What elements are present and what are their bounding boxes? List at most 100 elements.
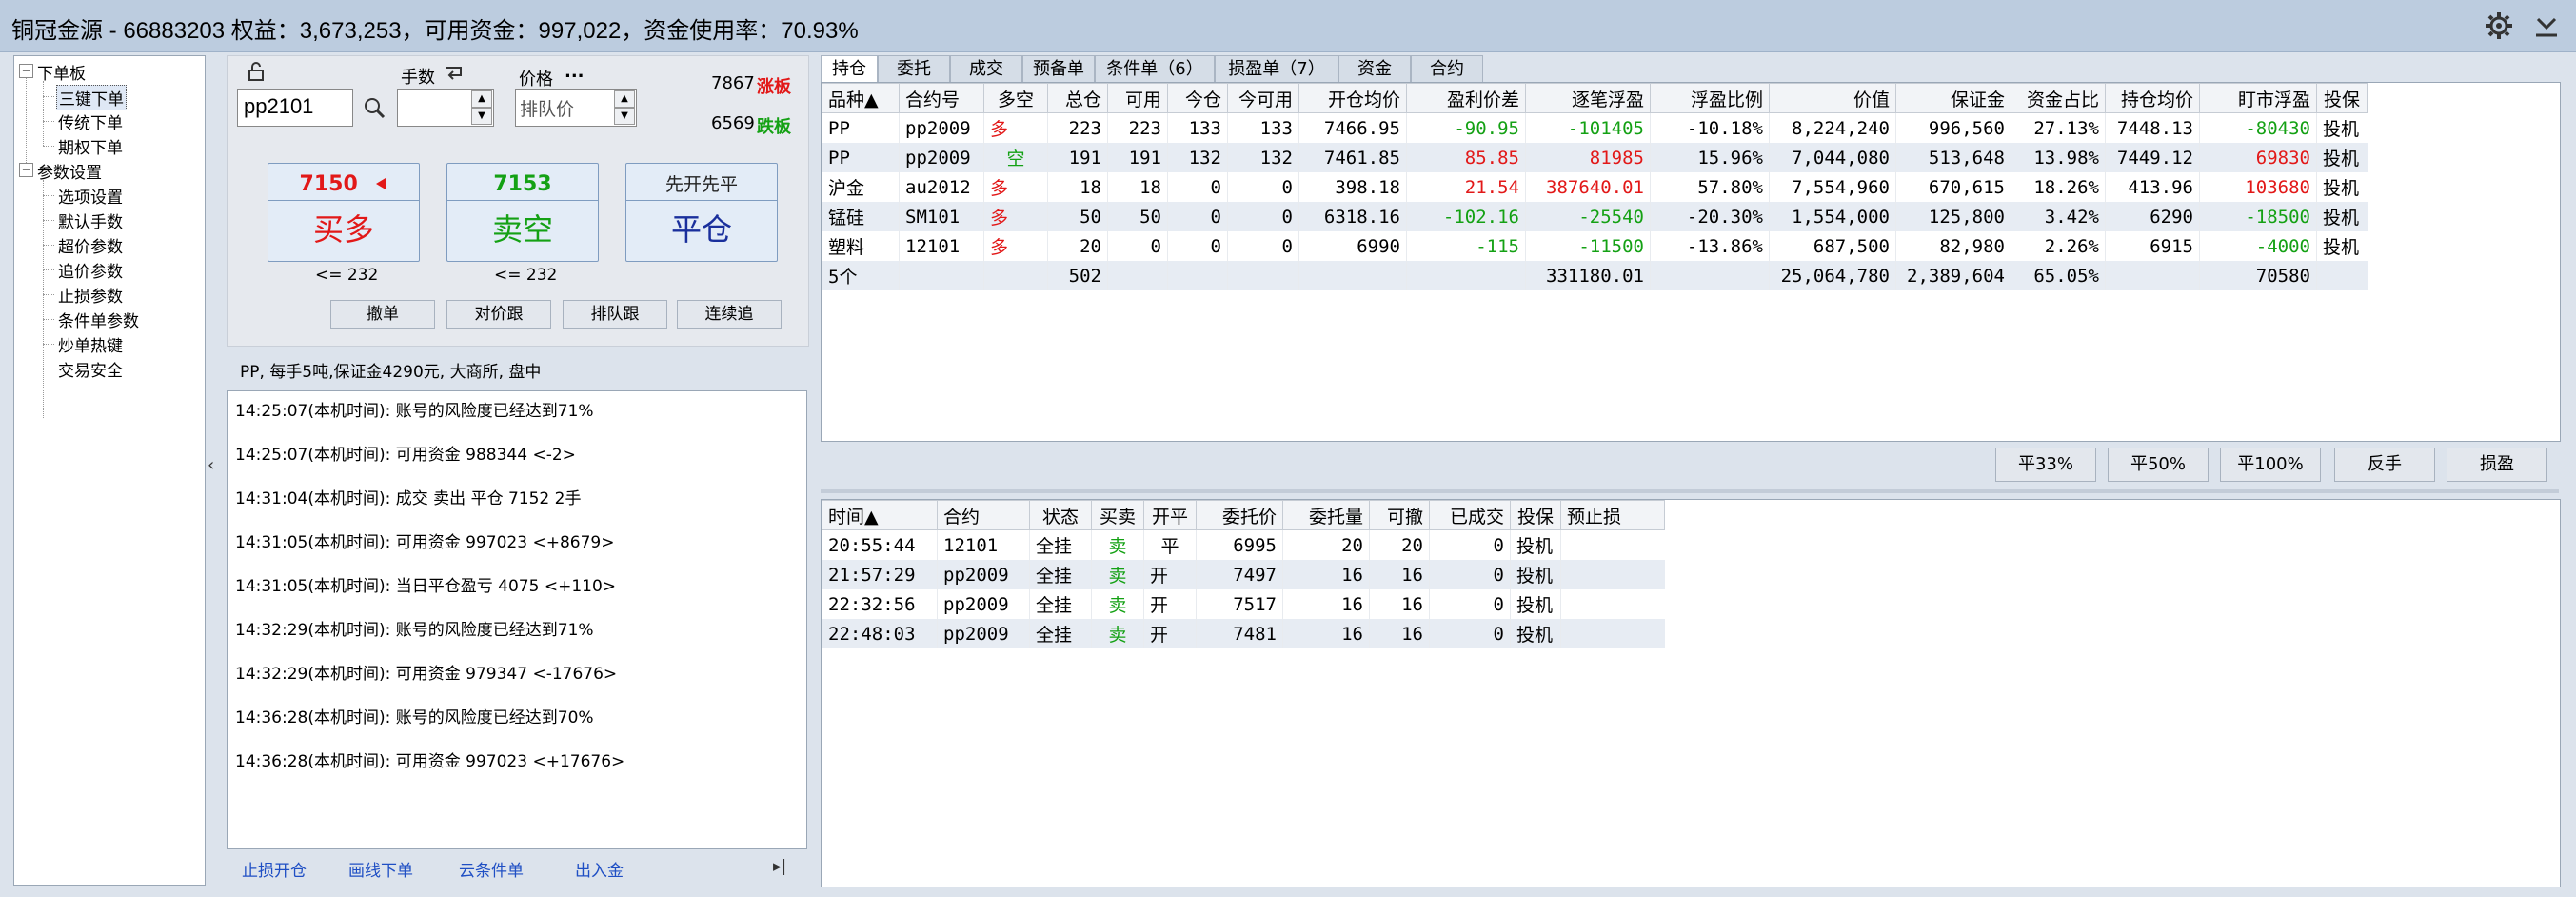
refresh-icon[interactable] [443, 64, 466, 83]
sell-limit: <= 232 [494, 266, 558, 285]
col-header[interactable]: 状态 [1029, 500, 1092, 530]
tab-conditional[interactable]: 条件单（6） [1095, 55, 1215, 84]
col-header[interactable]: 保证金 [1895, 83, 2011, 113]
link-cloud-conditional[interactable]: 云条件单 [459, 857, 524, 881]
order-row[interactable]: 22:32:56 pp2009 全挂 卖 开 7517 16 16 0 投机 [822, 589, 1665, 619]
order-row[interactable]: 21:57:29 pp2009 全挂 卖 开 7497 16 16 0 投机 [822, 560, 1665, 589]
close-100-button[interactable]: 平100% [2220, 448, 2321, 482]
tab-orders[interactable]: 委托 [878, 55, 950, 84]
tab-funds[interactable]: 资金 [1338, 55, 1411, 84]
cell: SM101 [899, 202, 984, 231]
chase-opposite-button[interactable]: 对价跟 [446, 300, 551, 329]
col-header[interactable]: 开仓均价 [1298, 83, 1407, 113]
reverse-button[interactable]: 反手 [2334, 448, 2435, 482]
contract-input[interactable]: pp2101 [237, 89, 353, 127]
chase-continuous-button[interactable]: 连续追 [677, 300, 782, 329]
price-up-button[interactable]: ▲ [614, 90, 635, 108]
close-33-button[interactable]: 平33% [1995, 448, 2096, 482]
tree-item-option-order[interactable]: 期权下单 [58, 134, 123, 158]
col-header[interactable]: 投保 [1510, 500, 1561, 530]
col-header[interactable]: 今可用 [1227, 83, 1299, 113]
col-header[interactable]: 盈利价差 [1406, 83, 1526, 113]
price-down-button[interactable]: ▼ [614, 108, 635, 125]
col-header[interactable]: 盯市浮盈 [2199, 83, 2317, 113]
cancel-order-button[interactable]: 撤单 [330, 300, 435, 329]
tree-item-traditional-order[interactable]: 传统下单 [58, 110, 123, 133]
gear-icon[interactable] [2485, 11, 2513, 40]
col-header[interactable]: 总仓 [1047, 83, 1108, 113]
cell: 132 [1227, 143, 1299, 172]
tree-item-conditional[interactable]: 条件单参数 [58, 308, 139, 331]
tree-group-order-board[interactable]: 下单板 [37, 60, 86, 84]
buy-label: 买多 [312, 211, 374, 248]
tree-group-params[interactable]: 参数设置 [37, 159, 102, 183]
sell-short-button[interactable]: 7153 卖空 [446, 163, 599, 262]
buy-long-button[interactable]: 7150 买多 [268, 163, 420, 262]
lots-up-button[interactable]: ▲ [471, 90, 492, 108]
link-line-order[interactable]: 画线下单 [348, 857, 413, 881]
collapse-toggle[interactable]: ‹ [208, 455, 214, 475]
tree-line [43, 146, 54, 147]
col-header[interactable]: 时间▲ [822, 500, 938, 530]
tree-item-three-key-order[interactable]: 三键下单 [56, 85, 127, 110]
order-row[interactable]: 22:48:03 pp2009 全挂 卖 开 7481 16 16 0 投机 [822, 619, 1665, 648]
col-header[interactable]: 价值 [1769, 83, 1896, 113]
download-icon[interactable] [2530, 10, 2563, 42]
col-header[interactable]: 开平 [1143, 500, 1197, 530]
pane-splitter[interactable] [821, 489, 2559, 493]
col-header[interactable]: 委托价 [1196, 500, 1283, 530]
tree-item-overprice[interactable]: 超价参数 [58, 233, 123, 257]
cell: 投机 [1510, 560, 1561, 589]
col-header[interactable]: 多空 [983, 83, 1048, 113]
tab-contracts[interactable]: 合约 [1411, 55, 1483, 84]
col-header[interactable]: 今仓 [1167, 83, 1228, 113]
cell: 0 [1227, 172, 1299, 202]
col-header[interactable]: 投保 [2316, 83, 2368, 113]
lock-icon[interactable] [247, 62, 266, 81]
col-header[interactable]: 逐笔浮盈 [1525, 83, 1651, 113]
col-header[interactable]: 预止损 [1560, 500, 1665, 530]
log-entry: 14:31:05(本机时间): 可用资金 997023 <+8679> [235, 533, 615, 552]
col-header[interactable]: 委托量 [1282, 500, 1370, 530]
close-50-button[interactable]: 平50% [2108, 448, 2209, 482]
col-header[interactable]: 浮盈比例 [1650, 83, 1770, 113]
position-row[interactable]: 锰硅 SM101 多 50 50 0 0 6318.16 -102.16 -25… [822, 202, 2368, 231]
cell: 16 [1282, 589, 1370, 619]
position-row[interactable]: 塑料 12101 多 20 0 0 0 6990 -115 -11500 -13… [822, 231, 2368, 261]
col-header[interactable]: 已成交 [1429, 500, 1511, 530]
col-header[interactable]: 买卖 [1091, 500, 1144, 530]
expand-icon[interactable]: − [19, 64, 33, 78]
col-header[interactable]: 可用 [1107, 83, 1168, 113]
col-header[interactable]: 合约号 [899, 83, 984, 113]
col-header[interactable]: 可撤 [1369, 500, 1430, 530]
col-header[interactable]: 合约 [937, 500, 1030, 530]
position-row[interactable]: PP pp2009 空 191 191 132 132 7461.85 85.8… [822, 143, 2368, 172]
order-row[interactable]: 20:55:44 12101 全挂 卖 平 6995 20 20 0 投机 [822, 529, 1665, 560]
link-stoploss-open[interactable]: 止损开仓 [242, 857, 307, 881]
link-transfer[interactable]: 出入金 [575, 857, 624, 881]
tab-stop-profit[interactable]: 损盈单（7） [1215, 55, 1338, 84]
cell: 16 [1282, 560, 1370, 589]
panel-end-icon[interactable]: ▸| [773, 857, 786, 876]
tree-item-options[interactable]: 选项设置 [58, 184, 123, 208]
expand-icon[interactable]: − [19, 163, 33, 177]
close-position-button[interactable]: 先开先平 平仓 [625, 163, 778, 262]
lots-down-button[interactable]: ▼ [471, 108, 492, 125]
tree-item-default-lots[interactable]: 默认手数 [58, 209, 123, 232]
tree-item-security[interactable]: 交易安全 [58, 357, 123, 381]
tab-prepared[interactable]: 预备单 [1022, 55, 1095, 84]
tab-positions[interactable]: 持仓 [821, 55, 878, 84]
position-row[interactable]: PP pp2009 多 223 223 133 133 7466.95 -90.… [822, 112, 2368, 143]
col-header[interactable]: 品种▲ [822, 83, 900, 113]
positions-header: 品种▲ 合约号 多空 总仓 可用 今仓 今可用 开仓均价 盈利价差 逐笔浮盈 浮… [822, 83, 2368, 113]
col-header[interactable]: 持仓均价 [2105, 83, 2200, 113]
position-row[interactable]: 沪金 au2012 多 18 18 0 0 398.18 21.54 38764… [822, 172, 2368, 202]
col-header[interactable]: 资金占比 [2011, 83, 2106, 113]
tree-item-chase[interactable]: 追价参数 [58, 258, 123, 282]
tree-item-hotkeys[interactable]: 炒单热键 [58, 332, 123, 356]
chase-queue-button[interactable]: 排队跟 [563, 300, 667, 329]
tab-trades[interactable]: 成交 [950, 55, 1022, 84]
stop-profit-button[interactable]: 损盈 [2447, 448, 2547, 482]
tree-item-stoploss[interactable]: 止损参数 [58, 283, 123, 307]
search-icon[interactable] [363, 96, 386, 119]
